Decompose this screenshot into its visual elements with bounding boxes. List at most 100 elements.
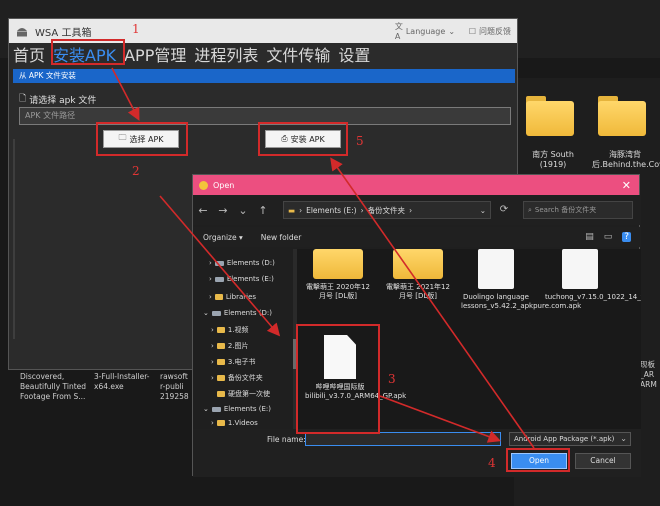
folder-open-icon: 🗀 xyxy=(118,133,127,142)
wsa-titlebar: WSA 工具箱 文A Language ⌄ ☐ 问题反馈 xyxy=(9,19,517,43)
translate-icon: 文A xyxy=(394,22,403,41)
dialog-title: Open xyxy=(213,180,235,190)
android-icon xyxy=(17,28,27,37)
desktop-folder-label: 海豚湾背后.Behind.the.Cove.2015 xyxy=(592,150,660,169)
language-label: Language xyxy=(405,26,446,36)
tree-item[interactable]: ⌄ Elements (E:) xyxy=(203,405,271,413)
folder-icon xyxy=(214,294,223,300)
file-icon: 🗋 xyxy=(19,94,27,104)
list-item[interactable]: 哔哩哔哩国际版bilibili_v3.7.0_ARM64_GP.apk xyxy=(305,335,406,401)
chevron-down-icon: ⌄ xyxy=(620,434,627,443)
file-list: 電擊萌王 2020年12月号 [DL版] 電擊萌王 2021年12月号 [DL版… xyxy=(297,249,641,429)
chevron-right-icon: › xyxy=(409,205,413,215)
preview-pane-icon[interactable]: ▭ xyxy=(604,232,613,242)
desktop-item-label: Discovered, Beautifully Tinted Footage F… xyxy=(20,372,87,401)
install-apk-button[interactable]: ⎙ 安装 APK xyxy=(265,130,341,148)
select-apk-label: 选择 APK xyxy=(129,134,164,144)
tree-item[interactable]: › Libraries xyxy=(209,293,256,301)
folder-icon xyxy=(216,327,225,333)
forward-icon[interactable]: → xyxy=(213,204,233,217)
desktop-folder-icon[interactable] xyxy=(526,96,574,136)
desktop-item-label: rawsoft r-publi 219258 xyxy=(160,372,189,401)
desktop-folder-label: 南方 South (1919) xyxy=(532,150,574,169)
filename-input[interactable]: ⌄ xyxy=(305,432,501,446)
desktop-folder-icon[interactable] xyxy=(598,96,646,136)
chevron-right-icon: › xyxy=(299,205,303,215)
folder-icon xyxy=(216,420,225,426)
tree-item[interactable]: › Elements (E:) xyxy=(209,275,274,283)
scroll-track xyxy=(13,139,15,339)
search-placeholder: Search 备份文件夹 xyxy=(534,206,597,214)
annotation-number: 2 xyxy=(132,164,140,178)
tree-item[interactable]: › 备份文件夹 xyxy=(211,373,263,383)
chevron-down-icon[interactable]: ⌄ xyxy=(480,206,486,215)
tab-file-transfer[interactable]: 文件传输 xyxy=(266,42,330,66)
chevron-right-icon: › xyxy=(211,419,214,427)
filename-label: File name: xyxy=(267,435,306,444)
view-icon[interactable]: ▤ xyxy=(585,232,594,242)
tree-item[interactable]: 硬盘第一次使 xyxy=(217,389,270,399)
up-icon[interactable]: ↑ xyxy=(253,204,273,217)
chevron-down-icon[interactable]: ⌄ xyxy=(233,204,253,217)
tree-item[interactable]: › Elements (D:) xyxy=(209,259,275,267)
list-item[interactable]: 電擊萌王 2021年12月号 [DL版] xyxy=(383,249,453,301)
install-apk-label: 安装 APK xyxy=(290,134,325,144)
folder-icon xyxy=(216,359,225,365)
cancel-button[interactable]: Cancel xyxy=(575,453,631,469)
tab-settings[interactable]: 设置 xyxy=(338,42,370,66)
language-selector[interactable]: 文A Language ⌄ xyxy=(394,22,455,41)
new-folder-button[interactable]: New folder xyxy=(261,233,302,242)
chevron-right-icon: › xyxy=(211,342,214,350)
list-item[interactable]: tuchong_v7.15.0_1022_14_tuchong.apk xyxy=(545,249,641,302)
breadcrumb-item[interactable]: 备份文件夹 xyxy=(368,205,406,216)
chevron-right-icon: › xyxy=(211,374,214,382)
app-title: WSA 工具箱 xyxy=(35,27,92,39)
chevron-right-icon: › xyxy=(209,259,212,267)
select-apk-button[interactable]: 🗀 选择 APK xyxy=(103,130,179,148)
tree-item[interactable]: › 2.图片 xyxy=(211,341,249,351)
list-item[interactable]: Duolingo language lessons_v5.42.2_apkpur… xyxy=(461,249,581,311)
tree-item[interactable]: › 1.Videos xyxy=(211,419,258,427)
file-icon xyxy=(324,335,356,379)
back-icon[interactable]: ← xyxy=(193,204,213,217)
drive-icon xyxy=(211,310,221,316)
folder-icon xyxy=(216,343,225,349)
chevron-right-icon: › xyxy=(211,326,214,334)
folder-icon xyxy=(217,391,225,397)
filetype-select[interactable]: Android App Package (*.apk) ⌄ xyxy=(509,432,631,446)
chevron-right-icon: › xyxy=(360,205,364,215)
folder-icon xyxy=(216,375,225,381)
tab-home[interactable]: 首页 xyxy=(13,42,45,66)
search-input[interactable]: ⌕ Search 备份文件夹 xyxy=(523,201,633,219)
help-icon[interactable]: ? xyxy=(622,232,631,242)
chevron-down-icon: ⌄ xyxy=(203,309,209,317)
tab-install-apk[interactable]: 安装APK xyxy=(53,42,116,66)
chevron-right-icon: › xyxy=(209,275,212,283)
chevron-down-icon[interactable]: ⌄ xyxy=(490,433,497,442)
folder-icon: ▬ xyxy=(288,205,296,215)
organize-menu[interactable]: Organize ▾ xyxy=(203,233,243,242)
apk-file-icon xyxy=(562,249,598,289)
close-icon[interactable]: ✕ xyxy=(622,179,631,192)
tree-item[interactable]: › 1.视频 xyxy=(211,325,249,335)
list-item[interactable]: 電擊萌王 2020年12月号 [DL版] xyxy=(303,249,373,301)
tree-item[interactable]: › 3.电子书 xyxy=(211,357,256,367)
breadcrumb[interactable]: ▬ › Elements (E:) › 备份文件夹 › ⌄ xyxy=(283,201,491,219)
apk-path-input[interactable]: APK 文件路径 xyxy=(19,107,511,125)
feedback-button[interactable]: ☐ 问题反馈 xyxy=(469,26,511,37)
annotation-number: 4 xyxy=(488,456,496,470)
feedback-label: 问题反馈 xyxy=(479,26,511,36)
dialog-footer: File name: ⌄ Android App Package (*.apk)… xyxy=(193,429,641,477)
drive-icon xyxy=(214,276,224,282)
main-tabs: 首页 安装APK APP管理 进程列表 文件传输 设置 xyxy=(9,43,517,65)
tree-item[interactable]: ⌄ Elements (D:) xyxy=(203,309,272,317)
tab-process-list[interactable]: 进程列表 xyxy=(194,42,258,66)
install-icon: ⎙ xyxy=(281,134,288,143)
open-button[interactable]: Open xyxy=(511,453,567,469)
refresh-icon[interactable]: ⟳ xyxy=(495,201,513,219)
annotation-number: 1 xyxy=(132,22,140,36)
tab-app-manage[interactable]: APP管理 xyxy=(124,42,186,66)
breadcrumb-item[interactable]: Elements (E:) xyxy=(306,206,356,215)
folder-icon xyxy=(313,249,363,279)
open-dialog: Open ✕ ← → ⌄ ↑ ▬ › Elements (E:) › 备份文件夹… xyxy=(192,174,641,477)
